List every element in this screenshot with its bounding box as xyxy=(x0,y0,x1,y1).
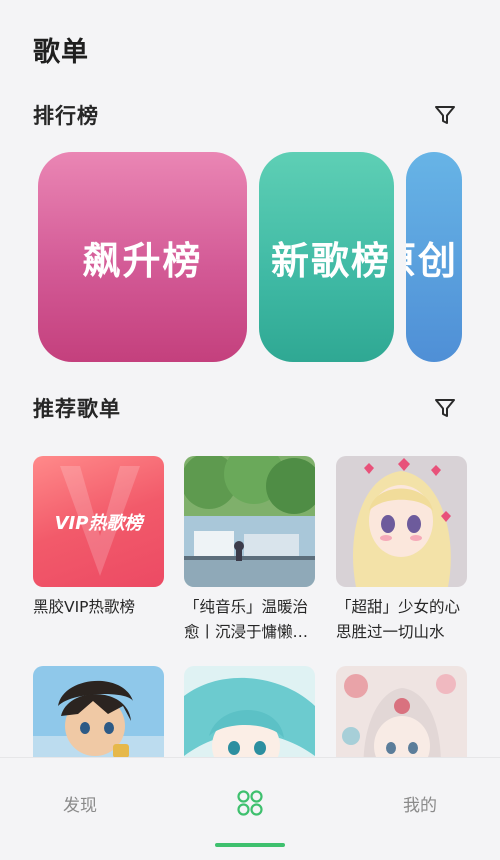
ranking-card-label: 新歌榜 xyxy=(271,238,392,283)
recommended-title: 推荐歌单 xyxy=(33,397,121,421)
ranking-card-label: 飙升榜 xyxy=(82,238,203,283)
tab-mine[interactable]: 我的 xyxy=(370,758,470,848)
playlist-name: 黑胶VIP热歌榜 xyxy=(33,598,136,616)
tab-playlists[interactable] xyxy=(200,758,300,848)
filter-icon xyxy=(435,399,455,417)
recommended-header: 推荐歌单 xyxy=(33,393,460,423)
anime-scenery-image xyxy=(184,456,315,587)
cover-text: VIP热歌榜 xyxy=(54,512,143,534)
playlist-cover: VIP热歌榜 xyxy=(33,456,164,587)
playlist-cover xyxy=(336,456,467,587)
recommended-filter-button[interactable] xyxy=(430,393,460,423)
ranking-title: 排行榜 xyxy=(33,104,99,128)
tab-label: 我的 xyxy=(403,795,437,816)
tab-discover[interactable]: 发现 xyxy=(30,758,130,848)
playlist-item-sweet-girl[interactable]: 「超甜」少女的心思胜过一切山水 xyxy=(336,456,467,645)
playlist-cover xyxy=(184,456,315,587)
playlist-item-vip-hot[interactable]: VIP热歌榜 黑胶VIP热歌榜 xyxy=(33,456,164,620)
filter-icon xyxy=(435,106,455,124)
ranking-carousel[interactable]: 飙升榜 新歌榜 原创 xyxy=(38,152,500,362)
grid-icon xyxy=(237,790,263,816)
active-tab-indicator xyxy=(215,843,285,847)
tab-label: 发现 xyxy=(63,795,97,816)
page-title: 歌单 xyxy=(33,37,89,68)
playlist-item-pure-music[interactable]: 「纯音乐」温暖治愈丨沉浸于慵懒的时光 xyxy=(184,456,315,645)
playlist-name: 「纯音乐」温暖治愈丨沉浸于慵懒的时光 xyxy=(184,598,309,641)
ranking-header: 排行榜 xyxy=(33,100,460,130)
ranking-card-original[interactable]: 原创 xyxy=(406,152,462,362)
ranking-card-new-songs[interactable]: 新歌榜 xyxy=(259,152,394,362)
ranking-card-label: 原创 xyxy=(406,238,458,283)
bottom-tab-bar: 发现 我的 xyxy=(0,757,500,860)
ranking-filter-button[interactable] xyxy=(430,100,460,130)
playlist-name: 「超甜」少女的心思胜过一切山水 xyxy=(336,598,461,641)
anime-girl-image xyxy=(336,456,467,587)
ranking-card-soaring[interactable]: 飙升榜 xyxy=(38,152,247,362)
